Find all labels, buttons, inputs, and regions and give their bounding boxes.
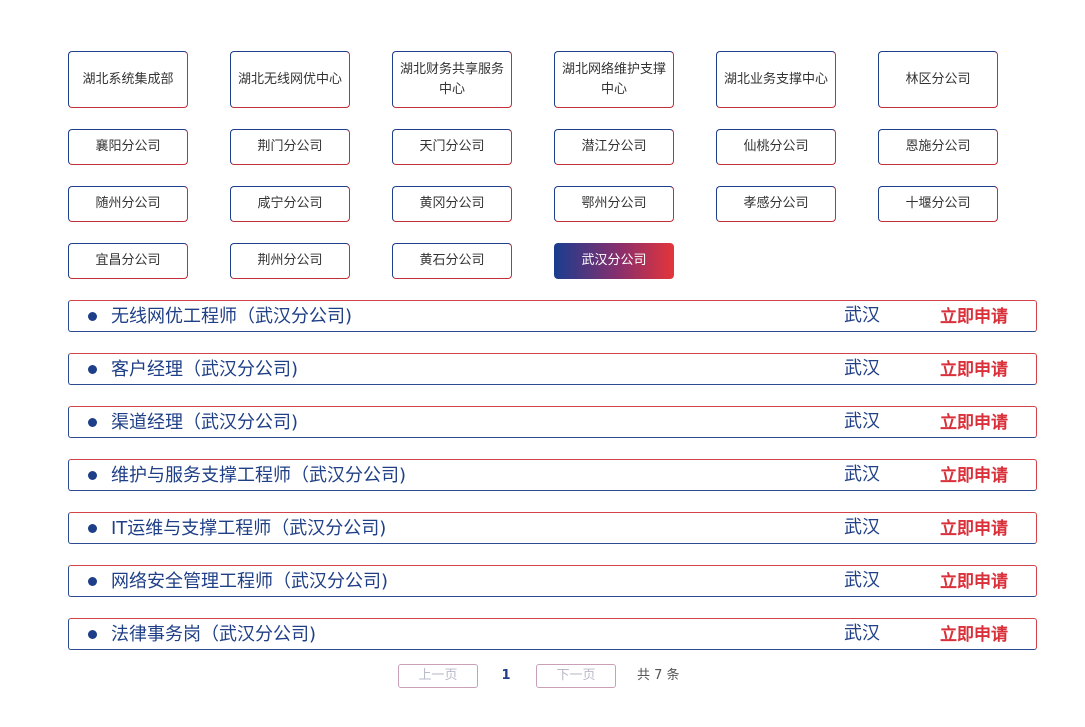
- apply-button[interactable]: 立即申请: [940, 407, 1008, 439]
- pagination: 上一页 1 下一页 共 7 条: [0, 664, 1085, 688]
- job-row[interactable]: 网络安全管理工程师（武汉分公司) 武汉 立即申请: [68, 565, 1037, 597]
- job-city: 武汉: [844, 305, 880, 326]
- job-city: 武汉: [844, 570, 880, 591]
- bullet-icon: [88, 418, 97, 427]
- dept-button[interactable]: 湖北网络维护支撑中心: [554, 51, 674, 108]
- dept-button[interactable]: 宜昌分公司: [68, 243, 188, 279]
- job-listing-page: 湖北系统集成部 湖北无线网优中心 湖北财务共享服务中心 湖北网络维护支撑中心 湖…: [0, 0, 1085, 727]
- dept-button[interactable]: 黄冈分公司: [392, 186, 512, 222]
- job-row[interactable]: 无线网优工程师（武汉分公司) 武汉 立即申请: [68, 300, 1037, 332]
- dept-button[interactable]: 恩施分公司: [878, 129, 998, 165]
- dept-button[interactable]: 咸宁分公司: [230, 186, 350, 222]
- dept-button[interactable]: 荆州分公司: [230, 243, 350, 279]
- dept-button[interactable]: 天门分公司: [392, 129, 512, 165]
- job-title-link[interactable]: 渠道经理（武汉分公司): [111, 407, 298, 439]
- bullet-icon: [88, 471, 97, 480]
- job-title-link[interactable]: 无线网优工程师（武汉分公司): [111, 301, 352, 333]
- next-page-button[interactable]: 下一页: [536, 664, 616, 688]
- apply-button[interactable]: 立即申请: [940, 301, 1008, 333]
- dept-button[interactable]: 湖北业务支撑中心: [716, 51, 836, 108]
- page-number-current[interactable]: 1: [500, 664, 512, 688]
- dept-button[interactable]: 孝感分公司: [716, 186, 836, 222]
- job-city: 武汉: [844, 623, 880, 644]
- job-title-link[interactable]: 法律事务岗（武汉分公司): [111, 619, 316, 651]
- job-title-link[interactable]: 客户经理（武汉分公司): [111, 354, 298, 386]
- dept-button[interactable]: 荆门分公司: [230, 129, 350, 165]
- job-city: 武汉: [844, 411, 880, 432]
- job-row[interactable]: IT运维与支撑工程师（武汉分公司) 武汉 立即申请: [68, 512, 1037, 544]
- dept-button[interactable]: 湖北无线网优中心: [230, 51, 350, 108]
- apply-button[interactable]: 立即申请: [940, 566, 1008, 598]
- job-city: 武汉: [844, 517, 880, 538]
- total-count: 共 7 条: [637, 668, 680, 683]
- job-row[interactable]: 客户经理（武汉分公司) 武汉 立即申请: [68, 353, 1037, 385]
- department-filter-grid: 湖北系统集成部 湖北无线网优中心 湖北财务共享服务中心 湖北网络维护支撑中心 湖…: [0, 0, 1085, 290]
- dept-button[interactable]: 潜江分公司: [554, 129, 674, 165]
- bullet-icon: [88, 365, 97, 374]
- dept-button[interactable]: 黄石分公司: [392, 243, 512, 279]
- dept-button[interactable]: 十堰分公司: [878, 186, 998, 222]
- dept-button[interactable]: 襄阳分公司: [68, 129, 188, 165]
- job-title-link[interactable]: 维护与服务支撑工程师（武汉分公司): [111, 460, 406, 492]
- apply-button[interactable]: 立即申请: [940, 619, 1008, 651]
- dept-button-active[interactable]: 武汉分公司: [554, 243, 674, 279]
- job-title-link[interactable]: IT运维与支撑工程师（武汉分公司): [111, 513, 386, 545]
- prev-page-button[interactable]: 上一页: [398, 664, 478, 688]
- dept-button[interactable]: 鄂州分公司: [554, 186, 674, 222]
- job-row[interactable]: 维护与服务支撑工程师（武汉分公司) 武汉 立即申请: [68, 459, 1037, 491]
- bullet-icon: [88, 312, 97, 321]
- dept-button[interactable]: 湖北系统集成部: [68, 51, 188, 108]
- dept-button[interactable]: 林区分公司: [878, 51, 998, 108]
- job-row[interactable]: 渠道经理（武汉分公司) 武汉 立即申请: [68, 406, 1037, 438]
- bullet-icon: [88, 577, 97, 586]
- dept-button[interactable]: 随州分公司: [68, 186, 188, 222]
- job-row[interactable]: 法律事务岗（武汉分公司) 武汉 立即申请: [68, 618, 1037, 650]
- job-city: 武汉: [844, 464, 880, 485]
- bullet-icon: [88, 524, 97, 533]
- job-title-link[interactable]: 网络安全管理工程师（武汉分公司): [111, 566, 388, 598]
- dept-button[interactable]: 仙桃分公司: [716, 129, 836, 165]
- bullet-icon: [88, 630, 97, 639]
- job-city: 武汉: [844, 358, 880, 379]
- apply-button[interactable]: 立即申请: [940, 513, 1008, 545]
- apply-button[interactable]: 立即申请: [940, 460, 1008, 492]
- dept-button[interactable]: 湖北财务共享服务中心: [392, 51, 512, 108]
- apply-button[interactable]: 立即申请: [940, 354, 1008, 386]
